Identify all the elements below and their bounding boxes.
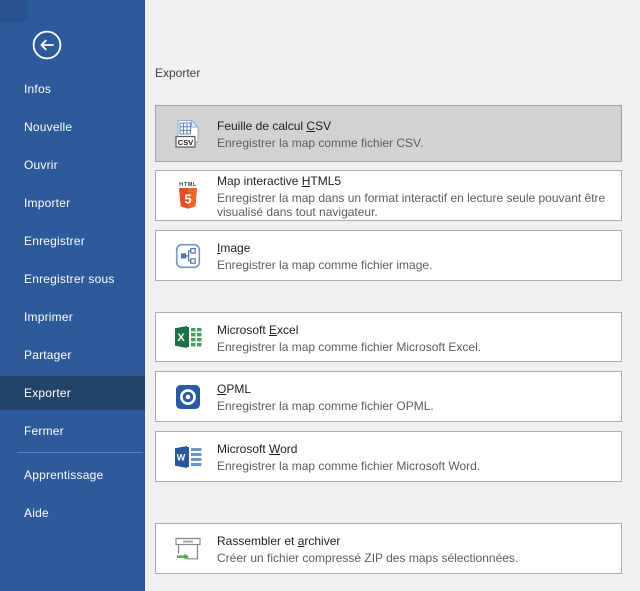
export-option-description: Créer un fichier compressé ZIP des maps … <box>217 551 613 565</box>
svg-text:5: 5 <box>184 191 191 206</box>
export-option-description: Enregistrer la map dans un format intera… <box>217 191 613 219</box>
export-option-title: OPML <box>217 382 251 396</box>
backstage-view: Infos Nouvelle Ouvrir Importer Enregistr… <box>0 0 640 591</box>
svg-text:W: W <box>177 452 186 462</box>
csv-spreadsheet-icon: CSV <box>171 119 205 149</box>
export-option-title: Image <box>217 241 250 255</box>
backstage-sidebar: Infos Nouvelle Ouvrir Importer Enregistr… <box>0 0 145 591</box>
sidebar-item-enregistrer[interactable]: Enregistrer <box>0 224 145 258</box>
export-option-title: Feuille de calcul CSV <box>217 119 331 133</box>
export-option-title: Map interactive HTML5 <box>217 174 341 188</box>
export-option-title: Microsoft Excel <box>217 323 298 337</box>
window-corner-accent <box>0 0 28 22</box>
sidebar-item-partager[interactable]: Partager <box>0 338 145 372</box>
back-button[interactable] <box>32 30 62 60</box>
export-option-opml[interactable]: OPML Enregistrer la map comme fichier OP… <box>155 371 622 422</box>
export-option-description: Enregistrer la map comme fichier CSV. <box>217 136 613 150</box>
export-option-title: Rassembler et archiver <box>217 534 340 548</box>
pack-and-go-archive-icon <box>171 536 205 562</box>
export-option-word[interactable]: W Microsoft Word Enregistrer la map comm… <box>155 431 622 482</box>
svg-text:HTML: HTML <box>179 182 197 188</box>
sidebar-item-aide[interactable]: Aide <box>0 496 145 530</box>
sidebar-item-apprentissage[interactable]: Apprentissage <box>0 458 145 492</box>
export-option-pack-and-go[interactable]: Rassembler et archiver Créer un fichier … <box>155 523 622 574</box>
sidebar-item-fermer[interactable]: Fermer <box>0 414 145 448</box>
sidebar-item-imprimer[interactable]: Imprimer <box>0 300 145 334</box>
svg-text:CSV: CSV <box>178 137 193 146</box>
back-arrow-circle-icon <box>32 47 62 64</box>
export-option-description: Enregistrer la map comme fichier OPML. <box>217 399 613 413</box>
export-option-description: Enregistrer la map comme fichier Microso… <box>217 459 613 473</box>
excel-icon: X <box>171 325 205 349</box>
opml-icon <box>171 384 205 410</box>
svg-text:X: X <box>177 332 185 344</box>
export-pane: Exporter CSV Feuille de calcul CSV Enreg… <box>145 0 640 591</box>
export-option-html5[interactable]: HTML 5 Map interactive HTML5 Enregistrer… <box>155 170 622 221</box>
export-option-description: Enregistrer la map comme fichier image. <box>217 258 613 272</box>
page-title: Exporter <box>155 66 200 80</box>
export-option-excel[interactable]: X Microsoft Excel Enregistrer la map com… <box>155 312 622 362</box>
word-icon: W <box>171 445 205 469</box>
sidebar-item-enregistrer-sous[interactable]: Enregistrer sous <box>0 262 145 296</box>
sidebar-item-ouvrir[interactable]: Ouvrir <box>0 148 145 182</box>
html5-icon: HTML 5 <box>171 181 205 210</box>
sidebar-item-infos[interactable]: Infos <box>0 72 145 106</box>
export-option-description: Enregistrer la map comme fichier Microso… <box>217 340 613 354</box>
sidebar-item-exporter[interactable]: Exporter <box>0 376 145 410</box>
sidebar-separator <box>17 452 143 453</box>
sidebar-item-importer[interactable]: Importer <box>0 186 145 220</box>
export-option-image[interactable]: Image Enregistrer la map comme fichier i… <box>155 230 622 281</box>
sidebar-menu: Infos Nouvelle Ouvrir Importer Enregistr… <box>0 72 145 534</box>
image-export-icon <box>171 243 205 269</box>
export-option-title: Microsoft Word <box>217 442 297 456</box>
sidebar-item-nouvelle[interactable]: Nouvelle <box>0 110 145 144</box>
export-option-csv[interactable]: CSV Feuille de calcul CSV Enregistrer la… <box>155 105 622 162</box>
